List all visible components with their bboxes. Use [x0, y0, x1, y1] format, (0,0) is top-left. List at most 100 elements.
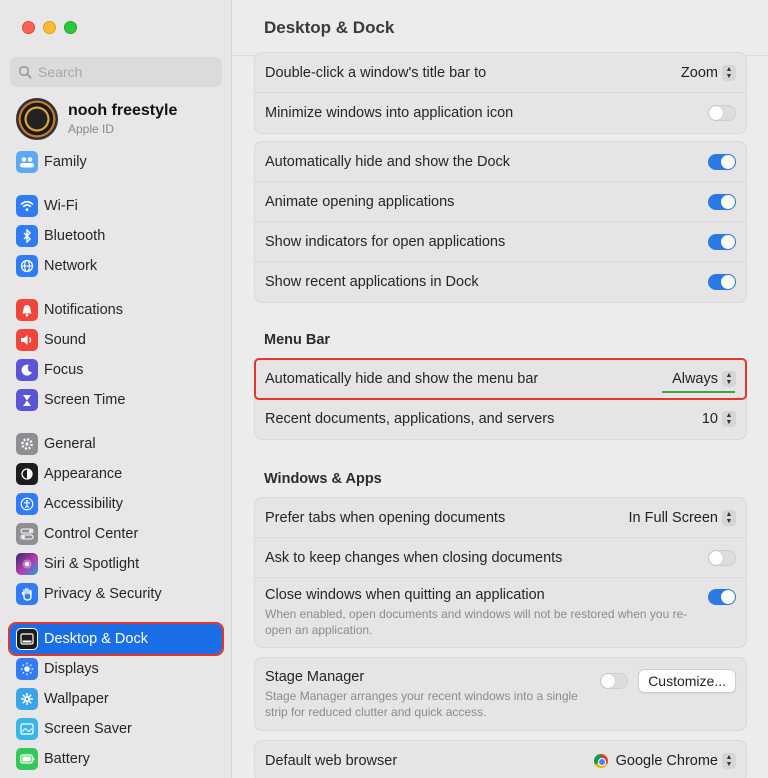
sidebar-item-focus[interactable]: Focus [10, 355, 222, 385]
sidebar-item-accessibility[interactable]: Accessibility [10, 489, 222, 519]
minimize-into-icon-toggle[interactable] [708, 105, 736, 121]
wifi-icon [16, 195, 38, 217]
sidebar-item-wifi[interactable]: Wi-Fi [10, 191, 222, 221]
close-windows-quitting-toggle[interactable] [708, 589, 736, 605]
prefer-tabs-row: Prefer tabs when opening documents In Fu… [255, 498, 746, 538]
bluetooth-icon [16, 225, 38, 247]
moon-icon [16, 359, 38, 381]
sidebar-item-general[interactable]: General [10, 429, 222, 459]
up-down-chevron-icon: ▲ ▼ [722, 370, 736, 387]
show-indicators-toggle[interactable] [708, 233, 736, 250]
row-label: Double-click a window's title bar to [265, 64, 487, 81]
title-bar-double-click-row: Double-click a window's title bar to Zoo… [255, 53, 746, 93]
globe-icon [16, 255, 38, 277]
sidebar-item-privacy-security[interactable]: Privacy & Security [10, 579, 222, 609]
row-label: Automatically hide and show the Dock [265, 153, 511, 170]
sidebar-item-network[interactable]: Network [10, 251, 222, 281]
sidebar-item-screen-time[interactable]: Screen Time [10, 385, 222, 415]
ask-keep-changes-toggle[interactable] [708, 549, 736, 566]
autohide-dock-toggle[interactable] [708, 153, 736, 170]
windows-apps-section-title: Windows & Apps [264, 471, 382, 487]
sidebar-item-displays[interactable]: Displays [10, 654, 222, 684]
sun-icon [16, 658, 38, 680]
sidebar-item-control-center[interactable]: Control Center [10, 519, 222, 549]
siri-icon [16, 553, 38, 575]
window-controls [22, 21, 77, 34]
sidebar-item-label: Wi-Fi [44, 198, 78, 214]
popup-value: Zoom [680, 64, 718, 81]
sidebar-item-siri-spotlight[interactable]: Siri & Spotlight [10, 549, 222, 579]
up-down-chevron-icon: ▲ ▼ [722, 411, 736, 427]
control-center-icon [16, 523, 38, 545]
title-bar-action-popup[interactable]: Zoom ▲ ▼ [680, 64, 736, 81]
sidebar-item-family[interactable]: Family [10, 147, 222, 177]
sidebar-item-screen-saver[interactable]: Screen Saver [10, 714, 222, 744]
zoom-window-button[interactable] [64, 21, 77, 34]
close-windows-quitting-row: Close windows when quitting an applicati… [255, 578, 746, 647]
show-recent-apps-toggle[interactable] [708, 274, 736, 290]
row-label: Close windows when quitting an applicati… [265, 587, 545, 603]
default-browser-row: Default web browser Google Chrome ▲ ▼ [255, 741, 746, 778]
highlight-underline [662, 391, 735, 393]
sidebar-item-wallpaper[interactable]: Wallpaper [10, 684, 222, 714]
minimize-window-button[interactable] [43, 21, 56, 34]
sidebar-item-battery[interactable]: Battery [10, 744, 222, 774]
menu-bar-group: Automatically hide and show the menu bar… [254, 358, 747, 440]
nav-group-notifications: Notifications Sound Focus Screen Time [10, 295, 222, 415]
nav-group-network: Wi-Fi Bluetooth Network [10, 191, 222, 281]
sidebar-item-label: Bluetooth [44, 228, 106, 244]
profile-name: nooh freestyle [68, 102, 178, 119]
recent-items-popup[interactable]: 10 ▲ ▼ [702, 411, 736, 427]
sidebar-item-label: Displays [44, 661, 99, 677]
dock-options-group: Automatically hide and show the Dock Ani… [254, 141, 747, 303]
up-down-chevron-icon: ▲ ▼ [722, 753, 736, 769]
sidebar-item-label: Family [44, 154, 87, 170]
up-down-chevron-icon: ▲ ▼ [722, 64, 736, 81]
animate-opening-toggle[interactable] [708, 193, 736, 210]
animate-opening-row: Animate opening applications [255, 182, 746, 222]
appearance-icon [16, 463, 38, 485]
row-description: When enabled, open documents and windows… [265, 607, 688, 637]
window-behavior-group: Double-click a window's title bar to Zoo… [254, 52, 747, 134]
sidebar-item-bluetooth[interactable]: Bluetooth [10, 221, 222, 251]
apple-id-profile[interactable]: nooh freestyle Apple ID [16, 98, 177, 140]
stage-manager-group: Stage Manager Stage Manager arranges you… [254, 657, 747, 731]
popup-value: 10 [701, 411, 718, 427]
row-label: Prefer tabs when opening documents [265, 509, 506, 526]
stage-manager-toggle[interactable] [600, 673, 629, 689]
close-window-button[interactable] [22, 21, 35, 34]
sidebar-item-sound[interactable]: Sound [10, 325, 222, 355]
recent-items-row: Recent documents, applications, and serv… [255, 399, 746, 439]
customize-button[interactable]: Customize... [638, 669, 736, 693]
autohide-menu-bar-popup[interactable]: Always ▲ ▼ [672, 370, 736, 387]
sidebar-item-label: General [44, 436, 96, 452]
sidebar-item-label: Notifications [44, 302, 123, 318]
search-input[interactable] [38, 64, 208, 80]
main-pane: Desktop & Dock Double-click a window's t… [232, 0, 768, 778]
bell-icon [16, 299, 38, 321]
prefer-tabs-popup[interactable]: In Full Screen ▲ ▼ [629, 509, 736, 526]
default-browser-group: Default web browser Google Chrome ▲ ▼ [254, 740, 747, 778]
stage-manager-row: Stage Manager Stage Manager arranges you… [255, 658, 746, 730]
show-recent-apps-row: Show recent applications in Dock [255, 262, 746, 302]
sidebar-item-label: Wallpaper [44, 691, 109, 707]
popup-value: Always [672, 370, 718, 387]
gear-icon [16, 433, 38, 455]
sidebar-item-desktop-dock[interactable]: Desktop & Dock [8, 622, 224, 656]
menu-bar-section-title: Menu Bar [264, 332, 331, 348]
autohide-menu-bar-row: Automatically hide and show the menu bar… [254, 358, 747, 400]
page-title: Desktop & Dock [264, 18, 395, 37]
search-field[interactable] [10, 57, 222, 87]
default-browser-popup[interactable]: Google Chrome ▲ ▼ [593, 753, 736, 769]
sidebar-item-appearance[interactable]: Appearance [10, 459, 222, 489]
nav-group-general: General Appearance Accessibility Control… [10, 429, 222, 609]
accessibility-icon [16, 493, 38, 515]
family-icon [16, 151, 38, 173]
sidebar-item-label: Desktop & Dock [44, 631, 148, 647]
speaker-icon [16, 329, 38, 351]
sidebar-item-notifications[interactable]: Notifications [10, 295, 222, 325]
popup-value: Google Chrome [615, 753, 718, 769]
sidebar-item-label: Privacy & Security [44, 586, 162, 602]
nav-group-family: Family [10, 147, 222, 177]
chrome-icon [593, 754, 608, 768]
